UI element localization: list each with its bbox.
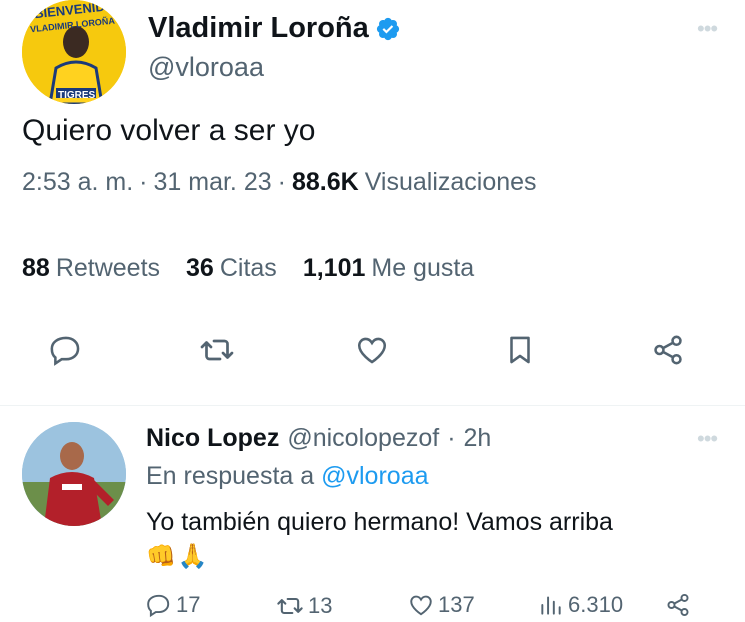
like-button[interactable]: [352, 330, 392, 370]
tweet-action-bar: [0, 330, 745, 380]
reply-button[interactable]: [46, 330, 86, 370]
reply-views-button[interactable]: 6.310: [538, 592, 623, 618]
more-options-icon[interactable]: •••: [697, 16, 718, 42]
author-name-text: Vladimir Loroña: [148, 12, 369, 44]
reply-share-button[interactable]: [665, 592, 691, 618]
like-icon: [357, 337, 387, 364]
reply-header: Nico Lopez @nicolopezof · 2h: [146, 424, 491, 453]
reply-retweets-count: 13: [308, 593, 333, 618]
reply-author-handle[interactable]: @nicolopezof: [287, 424, 439, 453]
likes-count: 1,101: [302, 254, 366, 282]
retweet-icon: [277, 597, 303, 615]
reply-to-handle[interactable]: @vloroaa: [321, 462, 428, 490]
views-label: Visualizaciones: [364, 168, 537, 196]
like-icon: [410, 595, 432, 616]
reply-reply-button[interactable]: 17: [146, 592, 200, 618]
reply-retweet-button[interactable]: 13: [276, 592, 332, 620]
pray-emoji: 🙏: [177, 543, 208, 570]
reply-replies-count: 17: [176, 592, 201, 617]
retweets-count: 88: [22, 254, 50, 282]
reply-action-bar: 17 13 137 6.310: [0, 592, 745, 622]
fist-emoji: 👊: [146, 543, 176, 570]
tweet-stats: 88 Retweets 36 Citas 1,101 Me gusta: [22, 254, 474, 283]
retweet-button[interactable]: [197, 330, 237, 370]
reply-emojis: 👊 🙏: [146, 542, 208, 571]
verified-badge-icon: [376, 17, 399, 40]
reply-likes-count: 137: [438, 592, 475, 617]
likes-label: Me gusta: [371, 254, 475, 282]
reply-views-count: 6.310: [568, 592, 624, 617]
quotes-stat[interactable]: 36 Citas: [186, 254, 277, 283]
reply-like-button[interactable]: 137: [408, 592, 475, 618]
author-avatar[interactable]: BIENVENIDO VLADIMIR LOROÑA TIGRES: [22, 0, 126, 104]
bookmark-button[interactable]: [500, 330, 540, 370]
reply-prefix: En respuesta a: [146, 462, 315, 490]
reply-icon: [147, 594, 170, 618]
divider: [0, 405, 745, 406]
views-count: 88.6K: [291, 168, 359, 196]
reply-author-avatar[interactable]: [22, 422, 126, 526]
meta-separator: ·: [277, 168, 286, 196]
retweets-stat[interactable]: 88 Retweets: [22, 254, 160, 283]
tweet-date[interactable]: 31 mar. 23: [154, 168, 272, 197]
reply-separator: ·: [447, 424, 456, 452]
quotes-label: Citas: [219, 254, 277, 282]
retweets-label: Retweets: [55, 254, 161, 282]
meta-separator: ·: [139, 168, 148, 196]
likes-stat[interactable]: 1,101 Me gusta: [303, 254, 474, 283]
tweet-time[interactable]: 2:53 a. m.: [22, 168, 133, 197]
share-button[interactable]: [648, 330, 688, 370]
reply-age[interactable]: 2h: [464, 424, 492, 453]
author-handle[interactable]: @vloroaa: [148, 52, 264, 83]
reply-author-name[interactable]: Nico Lopez: [146, 424, 279, 453]
reply-text: Yo también quiero hermano! Vamos arriba: [146, 508, 613, 536]
share-icon: [667, 593, 689, 617]
avatar-image: [22, 422, 126, 526]
reply-icon: [50, 336, 80, 366]
quotes-count: 36: [186, 254, 214, 282]
tweet-text: Quiero volver a ser yo: [22, 114, 316, 147]
bookmark-icon: [510, 336, 530, 364]
tweet-meta: 2:53 a. m. · 31 mar. 23 · 88.6K Visualiz…: [22, 168, 537, 197]
views-icon: [541, 596, 561, 615]
retweet-icon: [200, 339, 234, 361]
reply-more-options-icon[interactable]: •••: [697, 426, 718, 452]
reply-context: En respuesta a @vloroaa: [146, 462, 429, 491]
author-name[interactable]: Vladimir Loroña: [148, 12, 401, 45]
avatar-caption-3: TIGRES: [58, 90, 96, 101]
share-icon: [654, 335, 682, 365]
